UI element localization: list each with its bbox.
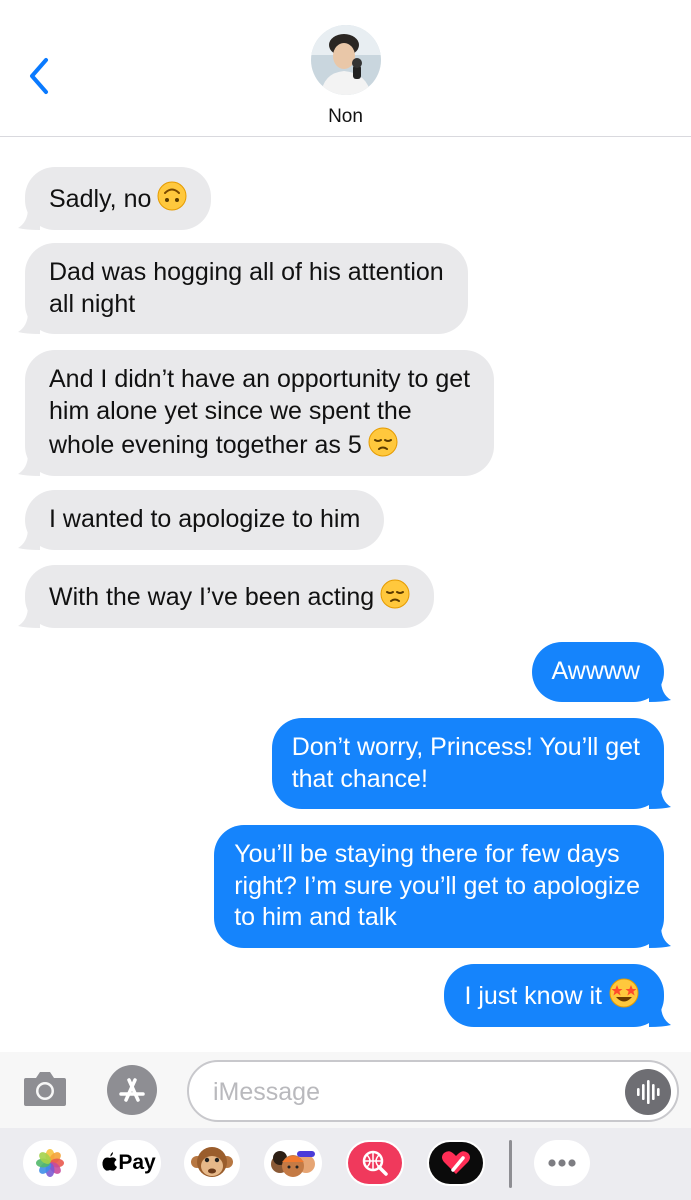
monkey-animoji-icon [191,1147,233,1177]
message-line: him alone yet since we spent the [49,396,412,425]
message-line: You’ll be staying there for few days [234,840,620,868]
app-store-button[interactable] [106,1064,158,1116]
apple-pay-app[interactable]: Pay [97,1140,161,1186]
compose-bar [0,1052,691,1128]
animoji-app[interactable] [184,1140,240,1186]
bubble-tail [649,679,671,702]
drawer-separator [509,1140,512,1188]
message-text: I wanted to apologize to him [49,505,361,533]
back-button[interactable] [24,56,56,96]
message-line: all night [49,289,136,318]
message-field[interactable] [187,1060,679,1122]
contact-name[interactable]: Non [0,106,691,128]
bubble-tail [649,925,671,948]
camera-icon [24,1072,66,1106]
message-bubble-incoming[interactable]: And I didn’t have an opportunity to get … [18,350,495,476]
message-line: Don’t worry, Princess! You’ll get [291,733,640,761]
digital-touch-app[interactable] [427,1140,485,1186]
digital-touch-icon [429,1142,483,1184]
message-line: right? I’m sure you’ll get to apologize [234,871,640,900]
bubble-tail [649,787,671,809]
message-bubble-incoming[interactable]: Dad was hogging all of his attention all… [18,243,468,334]
avatar-photo-icon [311,25,381,95]
app-store-icon [107,1065,157,1115]
contact-avatar[interactable] [311,25,381,95]
bubble-tail [649,1004,671,1027]
web-search-icon [348,1142,402,1184]
apple-pay-text: Pay [118,1151,156,1174]
bubble-tail [18,312,40,334]
imessage-input[interactable] [213,1072,613,1112]
chevron-left-icon [30,58,48,94]
message-line: whole evening together as 5 [49,431,362,459]
audio-message-button[interactable] [625,1069,671,1115]
photos-icon [36,1149,64,1177]
bubble-tail [18,605,40,628]
web-search-app[interactable] [346,1140,404,1186]
camera-button[interactable] [22,1068,68,1108]
message-bubble-incoming[interactable]: With the way I’ve been acting [18,565,435,628]
memoji-icon [271,1151,315,1177]
photos-app[interactable] [23,1140,77,1186]
waveform-icon [637,1080,660,1104]
message-bubble-incoming[interactable]: I wanted to apologize to him [18,490,385,550]
message-bubble-outgoing[interactable]: I just know it [444,964,671,1027]
upside-down-face-icon [157,181,187,211]
bubble-tail [18,453,40,476]
more-apps-button[interactable] [534,1140,590,1186]
message-line: And I didn’t have an opportunity to get [49,365,471,393]
star-struck-icon [609,978,639,1008]
memoji-app[interactable] [264,1140,322,1186]
apple-pay-label: Pay [97,1151,161,1175]
message-line: Dad was hogging all of his attention [49,258,444,286]
message-bubble-outgoing[interactable]: Don’t worry, Princess! You’ll get that c… [271,718,671,809]
pensive-face-icon [368,427,398,457]
conversation-header: Non [0,0,691,137]
app-drawer: Pay [0,1128,691,1200]
message-line: to him and talk [234,903,397,931]
message-bubble-outgoing[interactable]: Awwww [531,642,671,702]
message-bubble-incoming[interactable]: Sadly, no [18,167,212,230]
bubble-tail [18,527,40,550]
apple-logo-icon [102,1152,118,1171]
more-icon [548,1159,576,1167]
message-bubble-outgoing[interactable]: You’ll be staying there for few days rig… [214,825,671,948]
message-text: Awwww [551,657,640,685]
message-text: With the way I’ve been acting [49,583,375,611]
bubble-tail [18,207,40,230]
message-text: I just know it [464,982,602,1010]
message-text: Sadly, no [49,185,152,213]
message-line: that chance! [291,764,428,793]
pensive-face-icon [380,579,410,609]
